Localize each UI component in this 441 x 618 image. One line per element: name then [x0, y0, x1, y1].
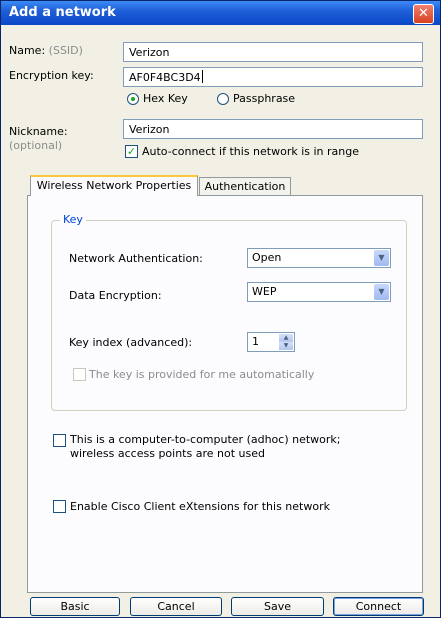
key-index-value: 1 [252, 335, 259, 348]
key-index-label: Key index (advanced): [69, 336, 193, 349]
text-caret [201, 70, 203, 83]
passphrase-label: Passphrase [233, 92, 296, 105]
connect-button[interactable]: Connect [333, 597, 424, 616]
nickname-label: Nickname: [9, 125, 68, 138]
name-label-text: Name: [9, 44, 46, 57]
name-label: Name: (SSID) [9, 44, 83, 57]
encryption-key-label: Encryption key: [9, 69, 94, 82]
network-auth-value: Open [252, 251, 282, 264]
cisco-extensions-label: Enable Cisco Client eXtensions for this … [70, 500, 330, 513]
cancel-button[interactable]: Cancel [130, 597, 222, 616]
autoconnect-label: Auto-connect if this network is in range [142, 145, 360, 158]
window-title: Add a network [9, 5, 116, 20]
network-auth-select[interactable]: Open ▼ [247, 248, 391, 268]
adhoc-label-line2: wireless access points are not used [70, 447, 265, 460]
basic-button[interactable]: Basic [30, 597, 120, 616]
ssid-input[interactable]: Verizon [123, 42, 423, 62]
network-auth-label: Network Authentication: [69, 252, 203, 265]
autoconnect-checkbox[interactable]: ✓ [125, 145, 138, 158]
tab-wireless-network-properties[interactable]: Wireless Network Properties [30, 175, 198, 196]
title-bar[interactable]: Add a network ✕ [1, 1, 440, 25]
auto-key-label: The key is provided for me automatically [89, 368, 315, 381]
passphrase-radio[interactable] [217, 93, 229, 105]
data-encryption-label: Data Encryption: [69, 289, 162, 302]
add-network-dialog: Add a network ✕ Name: (SSID) Verizon Enc… [0, 0, 441, 618]
auto-key-checkbox[interactable] [73, 368, 86, 381]
key-group-title: Key [60, 213, 86, 226]
tab-authentication[interactable]: Authentication [199, 177, 291, 196]
hex-key-label: Hex Key [143, 92, 188, 105]
chevron-down-icon[interactable]: ▼ [374, 250, 389, 266]
adhoc-checkbox[interactable] [53, 434, 66, 447]
data-encryption-value: WEP [252, 285, 277, 298]
save-button[interactable]: Save [231, 597, 324, 616]
nickname-input[interactable]: Verizon [123, 119, 423, 139]
adhoc-label-line1: This is a computer-to-computer (adhoc) n… [70, 433, 341, 446]
encryption-key-input[interactable]: AF0F4BC3D4 [123, 67, 423, 87]
encryption-key-value: AF0F4BC3D4 [129, 71, 201, 84]
spin-up-icon[interactable]: ▲ [279, 334, 293, 342]
cisco-extensions-checkbox[interactable] [53, 500, 66, 513]
key-groupbox: Key Network Authentication: Open ▼ Data … [51, 213, 407, 411]
name-hint: (SSID) [48, 44, 83, 57]
key-index-spinner[interactable]: 1 ▲ ▼ [247, 332, 295, 352]
nickname-hint: (optional) [9, 139, 63, 152]
chevron-down-icon[interactable]: ▼ [374, 284, 389, 300]
spin-down-icon[interactable]: ▼ [279, 342, 293, 350]
close-icon[interactable]: ✕ [413, 4, 434, 24]
tab-panel: Key Network Authentication: Open ▼ Data … [27, 195, 423, 593]
data-encryption-select[interactable]: WEP ▼ [247, 282, 391, 302]
hex-key-radio[interactable] [127, 93, 139, 105]
